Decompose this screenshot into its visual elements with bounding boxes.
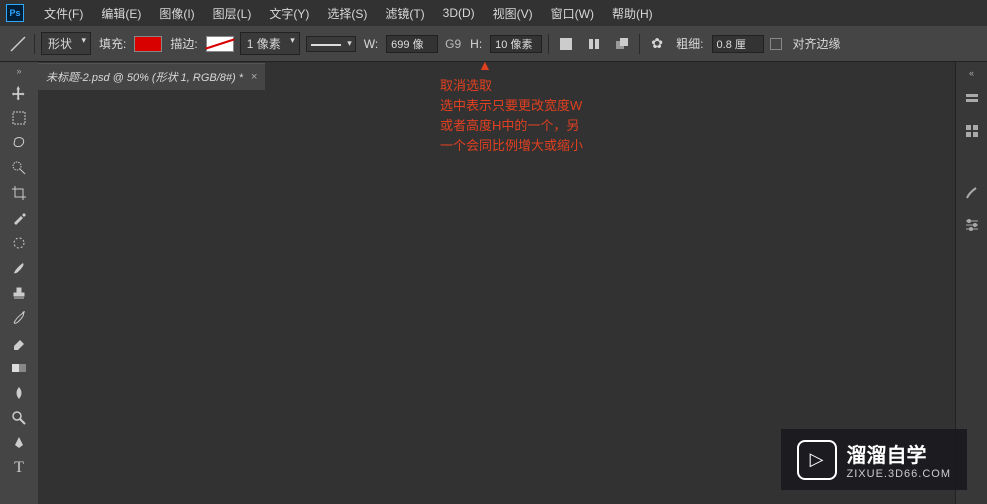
- options-bar: 形状 填充: 描边: 1 像素 W: G9 H: ✿ 粗细: 对齐边缘: [0, 26, 987, 62]
- menu-bar: Ps 文件(F) 编辑(E) 图像(I) 图层(L) 文字(Y) 选择(S) 滤…: [0, 0, 987, 26]
- ps-logo-icon: Ps: [6, 4, 24, 22]
- expand-toolbox-icon[interactable]: »: [0, 66, 38, 80]
- eyedropper-tool[interactable]: [5, 205, 33, 230]
- quick-select-tool[interactable]: [5, 155, 33, 180]
- divider: [34, 34, 35, 54]
- healing-tool[interactable]: [5, 230, 33, 255]
- stamp-tool[interactable]: [5, 280, 33, 305]
- thickness-label: 粗细:: [676, 35, 703, 52]
- menu-layer[interactable]: 图层(L): [205, 1, 260, 26]
- divider: [548, 34, 549, 54]
- menu-file[interactable]: 文件(F): [36, 1, 91, 26]
- crop-tool[interactable]: [5, 180, 33, 205]
- stroke-label: 描边:: [170, 35, 197, 52]
- lasso-tool[interactable]: [5, 130, 33, 155]
- menu-3d[interactable]: 3D(D): [435, 2, 483, 24]
- height-input[interactable]: [490, 35, 542, 53]
- menu-help[interactable]: 帮助(H): [604, 1, 661, 26]
- dodge-tool[interactable]: [5, 405, 33, 430]
- pen-tool[interactable]: [5, 430, 33, 455]
- history-brush-tool[interactable]: [5, 305, 33, 330]
- width-label: W:: [364, 37, 378, 51]
- annotation-line: 一个会同比例增大或缩小: [440, 136, 583, 156]
- fill-label: 填充:: [99, 35, 126, 52]
- play-icon: ▷: [797, 440, 837, 480]
- gear-icon[interactable]: ✿: [646, 33, 668, 55]
- panel-icon[interactable]: [961, 120, 983, 142]
- close-icon[interactable]: ×: [251, 71, 257, 83]
- brush-tool[interactable]: [5, 255, 33, 280]
- annotation-line: 选中表示只要更改宽度W: [440, 96, 583, 116]
- line-tool-icon: [8, 34, 28, 54]
- marquee-tool[interactable]: [5, 105, 33, 130]
- eraser-tool[interactable]: [5, 330, 33, 355]
- annotation-line: 或者高度H中的一个，另: [440, 116, 583, 136]
- type-tool[interactable]: T: [5, 455, 33, 480]
- menu-image[interactable]: 图像(I): [151, 1, 202, 26]
- divider: [639, 34, 640, 54]
- stroke-style-dropdown[interactable]: [306, 36, 356, 52]
- menu-view[interactable]: 视图(V): [485, 1, 541, 26]
- expand-panels-icon[interactable]: «: [969, 68, 974, 78]
- menu-filter[interactable]: 滤镜(T): [377, 1, 432, 26]
- thickness-input[interactable]: [712, 35, 764, 53]
- menu-type[interactable]: 文字(Y): [261, 1, 317, 26]
- watermark-url: ZIXUE.3D66.COM: [847, 468, 951, 480]
- brushes-panel-icon[interactable]: [961, 182, 983, 204]
- link-wh-icon[interactable]: G9: [444, 35, 462, 53]
- path-arrange-icon[interactable]: [611, 33, 633, 55]
- watermark: ▷ 溜溜自学 ZIXUE.3D66.COM: [781, 429, 967, 490]
- height-label: H:: [470, 37, 482, 51]
- menu-edit[interactable]: 编辑(E): [93, 1, 149, 26]
- toolbox: » T: [0, 62, 38, 504]
- path-operations-icon[interactable]: [555, 33, 577, 55]
- stroke-color-swatch[interactable]: [206, 36, 234, 52]
- menu-window[interactable]: 窗口(W): [543, 1, 602, 26]
- gradient-tool[interactable]: [5, 355, 33, 380]
- menu-select[interactable]: 选择(S): [319, 1, 375, 26]
- blur-tool[interactable]: [5, 380, 33, 405]
- adjustments-panel-icon[interactable]: [961, 214, 983, 236]
- document-tab-title: 未标题-2.psd @ 50% (形状 1, RGB/8#) *: [46, 69, 243, 85]
- move-tool[interactable]: [5, 80, 33, 105]
- align-edges-checkbox[interactable]: [770, 38, 782, 50]
- stroke-width-dropdown[interactable]: 1 像素: [240, 32, 300, 55]
- tool-mode-dropdown[interactable]: 形状: [41, 32, 91, 55]
- fill-color-swatch[interactable]: [134, 36, 162, 52]
- align-edges-label: 对齐边缘: [793, 35, 841, 52]
- document-tab-bar: 未标题-2.psd @ 50% (形状 1, RGB/8#) * ×: [0, 62, 987, 90]
- width-input[interactable]: [386, 35, 438, 53]
- path-align-icon[interactable]: [583, 33, 605, 55]
- watermark-title: 溜溜自学: [847, 439, 951, 468]
- document-tab[interactable]: 未标题-2.psd @ 50% (形状 1, RGB/8#) * ×: [38, 63, 265, 90]
- panel-icon[interactable]: [961, 88, 983, 110]
